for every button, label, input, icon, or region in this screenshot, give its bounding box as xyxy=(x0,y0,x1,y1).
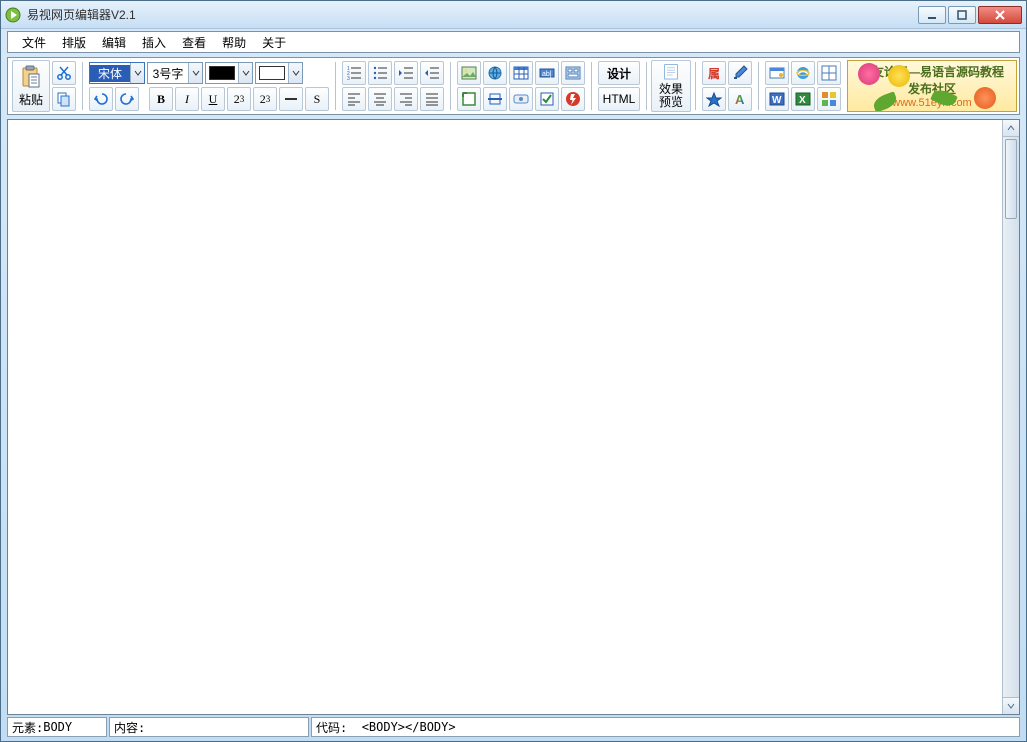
paste-button[interactable]: 粘贴 xyxy=(12,60,50,112)
excel-button[interactable]: X xyxy=(791,87,815,111)
external-group: W X xyxy=(763,60,843,112)
menu-about[interactable]: 关于 xyxy=(254,33,294,52)
bg-color-select[interactable] xyxy=(255,62,303,84)
preview-button[interactable]: 效果 预览 xyxy=(651,60,691,112)
status-content: 内容: xyxy=(109,717,309,737)
align-justify-button[interactable] xyxy=(420,87,444,111)
ordered-list-button[interactable]: 123 xyxy=(342,61,366,85)
grid-button[interactable] xyxy=(817,61,841,85)
chevron-down-icon xyxy=(188,63,202,83)
align-center-button[interactable] xyxy=(368,87,392,111)
menu-edit[interactable]: 编辑 xyxy=(94,33,134,52)
menu-help[interactable]: 帮助 xyxy=(214,33,254,52)
chevron-down-icon xyxy=(130,63,144,83)
copy-button[interactable] xyxy=(52,87,76,111)
status-code: 代码: <BODY></BODY> xyxy=(311,717,1020,737)
bold-button[interactable]: B xyxy=(149,87,173,111)
anchor-button[interactable] xyxy=(702,87,726,111)
toolbar: 粘贴 宋体 3号字 xyxy=(7,57,1020,115)
tools-group: 属 A xyxy=(700,60,754,112)
design-mode-button[interactable]: 设计 xyxy=(598,61,640,85)
insert-textbox-button[interactable]: ab| xyxy=(535,61,559,85)
style-s-button[interactable]: S xyxy=(305,87,329,111)
titlebar: 易视网页编辑器V2.1 xyxy=(1,1,1026,29)
html-mode-button[interactable]: HTML xyxy=(598,87,640,111)
svg-text:A: A xyxy=(735,92,745,107)
minimize-button[interactable] xyxy=(918,6,946,24)
scroll-up-icon[interactable] xyxy=(1003,120,1019,137)
align-right-button[interactable] xyxy=(394,87,418,111)
newwindow-button[interactable] xyxy=(765,61,789,85)
outdent-button[interactable] xyxy=(394,61,418,85)
menubar: 文件 排版 编辑 插入 查看 帮助 关于 xyxy=(7,31,1020,53)
underline-button[interactable]: U xyxy=(201,87,225,111)
editor-canvas[interactable] xyxy=(8,120,1002,714)
window-title: 易视网页编辑器V2.1 xyxy=(27,6,918,23)
menu-view[interactable]: 查看 xyxy=(174,33,214,52)
ie-button[interactable] xyxy=(791,61,815,85)
unordered-list-button[interactable] xyxy=(368,61,392,85)
svg-text:ab|: ab| xyxy=(542,71,552,78)
insert-button-button[interactable] xyxy=(509,87,533,111)
insert-checkbox-button[interactable] xyxy=(535,87,559,111)
editor-area xyxy=(7,119,1020,715)
color-chip-black xyxy=(209,66,235,80)
align-left-button[interactable] xyxy=(342,87,366,111)
svg-text:W: W xyxy=(772,95,782,106)
eyedropper-button[interactable] xyxy=(728,61,752,85)
clipboard-group: 粘贴 xyxy=(10,60,78,112)
redo-button[interactable] xyxy=(115,87,139,111)
superscript-button[interactable]: 23 xyxy=(227,87,251,111)
insert-flash-button[interactable] xyxy=(561,87,585,111)
menu-insert[interactable]: 插入 xyxy=(134,33,174,52)
menu-file[interactable]: 文件 xyxy=(14,33,54,52)
scroll-down-icon[interactable] xyxy=(1003,697,1019,714)
close-button[interactable] xyxy=(978,6,1022,24)
properties-button[interactable]: 属 xyxy=(702,61,726,85)
insert-div-button[interactable] xyxy=(457,87,481,111)
window-controls xyxy=(918,6,1022,24)
font-family-select[interactable]: 宋体 xyxy=(89,62,145,84)
subscript-button[interactable]: 23 xyxy=(253,87,277,111)
app-icon xyxy=(5,7,21,23)
view-mode-group: 设计 HTML xyxy=(596,60,642,112)
app-window: 易视网页编辑器V2.1 文件 排版 编辑 插入 查看 帮助 关于 粘贴 xyxy=(0,0,1027,742)
promo-banner[interactable]: 易友论坛—易语言源码教程发布社区 www.51eyk.com xyxy=(847,60,1017,112)
statusbar: 元素:BODY 内容: 代码: <BODY></BODY> xyxy=(7,717,1020,737)
font-color-select[interactable] xyxy=(205,62,253,84)
chevron-down-icon xyxy=(238,63,252,83)
color-chip-white xyxy=(259,66,285,80)
insert-link-button[interactable] xyxy=(483,61,507,85)
cut-button[interactable] xyxy=(52,61,76,85)
italic-button[interactable]: I xyxy=(175,87,199,111)
word-button[interactable]: W xyxy=(765,87,789,111)
flower-icon xyxy=(858,63,880,85)
font-group: 宋体 3号字 B xyxy=(87,60,331,112)
maximize-button[interactable] xyxy=(948,6,976,24)
paragraph-group: 123 xyxy=(340,60,446,112)
chevron-down-icon xyxy=(288,63,302,83)
insert-table-button[interactable] xyxy=(509,61,533,85)
svg-text:X: X xyxy=(799,95,806,106)
status-element: 元素:BODY xyxy=(7,717,107,737)
svg-text:3: 3 xyxy=(347,76,350,81)
insert-image-button[interactable] xyxy=(457,61,481,85)
undo-button[interactable] xyxy=(89,87,113,111)
insert-form-button[interactable] xyxy=(561,61,585,85)
vertical-scrollbar[interactable] xyxy=(1002,120,1019,714)
insert-group: ab| xyxy=(455,60,587,112)
font-size-select[interactable]: 3号字 xyxy=(147,62,203,84)
indent-button[interactable] xyxy=(420,61,444,85)
strikethrough-button[interactable] xyxy=(279,87,303,111)
scrollbar-thumb[interactable] xyxy=(1005,139,1017,219)
menu-layout[interactable]: 排版 xyxy=(54,33,94,52)
modules-button[interactable] xyxy=(817,87,841,111)
font-a-button[interactable]: A xyxy=(728,87,752,111)
insert-hr-button[interactable] xyxy=(483,87,507,111)
flower-icon xyxy=(974,87,996,109)
flower-icon xyxy=(888,65,910,87)
